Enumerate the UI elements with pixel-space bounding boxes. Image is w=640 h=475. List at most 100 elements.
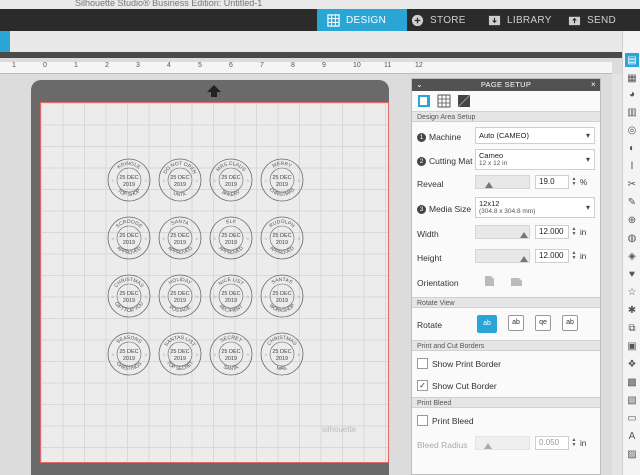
tab-send[interactable]: SEND (568, 9, 636, 31)
portrait-icon[interactable] (484, 275, 495, 287)
svg-text:HOLIDAY: HOLIDAY (168, 277, 193, 287)
line-style-icon[interactable]: ◎ (625, 123, 639, 137)
height-stepper[interactable]: ▲ ▼ (571, 251, 577, 261)
stamp-design[interactable]: SECRET SANTA 25 DEC2019 ☆ ☆ (209, 332, 253, 376)
text-style-icon[interactable]: Ⅰ (625, 159, 639, 173)
stamp-date: 25 DEC (119, 233, 138, 239)
reveal-slider[interactable] (475, 175, 530, 189)
vertical-scrollbar[interactable] (612, 74, 622, 475)
image-icon[interactable]: ▨ (625, 447, 639, 461)
grid-tool-icon[interactable]: ▦ (625, 71, 639, 85)
rotate-180-button[interactable]: qe (535, 315, 551, 331)
font-icon[interactable]: A (625, 429, 639, 443)
page-setup-tool-icon[interactable]: ▤ (625, 53, 639, 67)
svg-text:TOP SHOP: TOP SHOP (116, 188, 142, 198)
machine-label: 1 Machine (417, 132, 462, 143)
pattern-icon[interactable]: ▩ (625, 375, 639, 389)
stamp-design[interactable]: ELF APPROVED 25 DEC2019 ☆ ☆ (209, 216, 253, 260)
stamp-year: 2019 (123, 356, 135, 362)
machine-label-text: Machine (429, 132, 462, 142)
stamp-design[interactable]: HOLIDAY POSTAGE 25 DEC2019 ☆ ☆ (158, 274, 202, 318)
close-icon[interactable]: × (591, 79, 596, 91)
svg-text:ELF: ELF (226, 219, 237, 226)
sparkle-icon[interactable]: ✱ (625, 303, 639, 317)
stamp-design[interactable]: MRS.CLAUS BAKERY 25 DEC2019 ☆ ☆ (209, 158, 253, 202)
offset-icon[interactable]: ✎ (625, 195, 639, 209)
svg-text:☆: ☆ (264, 178, 268, 183)
tab-design[interactable]: DESIGN (317, 9, 407, 31)
page-tab-icon[interactable] (417, 94, 431, 108)
svg-text:RUDOLPH: RUDOLPH (268, 219, 296, 230)
map-icon[interactable]: ▭ (625, 411, 639, 425)
svg-text:☆: ☆ (264, 352, 268, 357)
rotate-270-button[interactable]: ab (562, 315, 578, 331)
modify-icon[interactable]: ◈ (625, 249, 639, 263)
library-panel-icon[interactable]: ▣ (625, 339, 639, 353)
star-icon[interactable]: ☆ (625, 285, 639, 299)
layers-icon[interactable]: ⧉ (625, 321, 639, 335)
media-size-select[interactable]: 12x12 (304.8 x 304.8 mm) ▾ (475, 197, 595, 218)
height-slider[interactable] (475, 249, 530, 263)
reveal-input[interactable]: 19.0 (535, 175, 569, 189)
background-tab-icon[interactable] (457, 94, 471, 108)
landscape-icon[interactable] (510, 277, 523, 287)
width-slider[interactable] (475, 225, 530, 239)
rotate-0-button[interactable]: ab (477, 315, 497, 333)
stamp-design[interactable]: SANTAS LISTTOP SECRET25 DEC2019☆ ☆ (158, 332, 202, 376)
stamp-design[interactable]: DO NOT OPENUNTIL25 DEC2019☆ ☆ (158, 158, 202, 202)
svg-text:☆: ☆ (111, 294, 115, 299)
stamp-design[interactable]: CHRISTMASMAIL25 DEC2019☆ ☆ (260, 332, 304, 376)
sketch-icon[interactable]: ▧ (625, 393, 639, 407)
transform-icon[interactable]: ♥ (625, 267, 639, 281)
slider-knob[interactable] (520, 232, 528, 238)
stamp-design[interactable]: CHRISTMASGIFT FOR YOU25 DEC2019☆ ☆ (107, 274, 151, 318)
stamp-bottom-text: GREETINGS (115, 360, 144, 372)
svg-text:☆: ☆ (111, 236, 115, 241)
svg-text:☆: ☆ (213, 294, 217, 299)
tab-library[interactable]: LIBRARY (488, 9, 558, 31)
bleed-radius-stepper[interactable]: ▲ ▼ (571, 438, 577, 448)
stamp-design[interactable]: SANTAS WORKSHOP 25 DEC2019 ☆ ☆ (260, 274, 304, 318)
bleed-radius-slider[interactable] (475, 436, 530, 450)
collapse-chevron-icon[interactable]: ⌄ (416, 79, 423, 91)
align-icon[interactable]: ⊕ (625, 213, 639, 227)
slider-knob[interactable] (520, 256, 528, 262)
stamp-design[interactable]: SANTAAPPROVED25 DEC2019☆ ☆ (158, 216, 202, 260)
height-input[interactable]: 12.000 (535, 249, 569, 263)
palette-icon[interactable]: ◕ (625, 87, 639, 101)
stamp-top-text: SEASONS (115, 335, 143, 346)
stamp-bottom-text: TOP SHOP (116, 188, 142, 198)
slider-knob[interactable] (485, 182, 493, 188)
svg-text:WORKSHOP: WORKSHOP (268, 302, 297, 314)
window-title: Silhouette Studio® Business Edition: Unt… (75, 0, 263, 8)
stamp-design[interactable]: NICE LIST RECIPIENT 25 DEC2019 ☆ ☆ (209, 274, 253, 318)
trace-icon[interactable]: ✂ (625, 177, 639, 191)
grid-tab-icon[interactable] (437, 94, 451, 108)
stamp-design[interactable]: SEASONS GREETINGS 25 DEC2019 ☆ ☆ (107, 332, 151, 376)
svg-text:APPROVED: APPROVED (115, 245, 143, 256)
width-input[interactable]: 12.000 (535, 225, 569, 239)
width-label: Width (417, 229, 439, 239)
stamp-design[interactable]: RUDOLPH APPROVED 25 DEC2019 ☆ ☆ (260, 216, 304, 260)
bleed-radius-input[interactable]: 0.050 (535, 436, 569, 450)
show-cut-border-label: Show Cut Border (432, 381, 497, 391)
print-bleed-checkbox[interactable] (417, 415, 428, 426)
width-stepper[interactable]: ▲ ▼ (571, 227, 577, 237)
step-3-badge: 3 (417, 205, 426, 215)
reveal-stepper[interactable]: ▲ ▼ (571, 177, 577, 187)
fill-icon[interactable]: ▥ (625, 105, 639, 119)
stamp-design[interactable]: KRINGLE TOP SHOP 25 DEC2019 ☆ ☆ (107, 158, 151, 202)
stamp-design[interactable]: MERRY CHRISTMAS 25 DEC2019 ☆ ☆ (260, 158, 304, 202)
show-cut-border-checkbox[interactable]: ✓ (417, 380, 428, 391)
ruler-tick: 1 (12, 62, 16, 69)
puzzle-icon[interactable]: ❖ (625, 357, 639, 371)
rotate-90-button[interactable]: ab (508, 315, 524, 331)
replicate-icon[interactable]: ◍ (625, 231, 639, 245)
slider-knob[interactable] (484, 443, 492, 449)
machine-select[interactable]: Auto (CAMEO) ▾ (475, 127, 595, 144)
shadow-icon[interactable]: ◐ (625, 141, 639, 155)
tab-store[interactable]: STORE (411, 9, 479, 31)
show-print-border-checkbox[interactable] (417, 358, 428, 369)
cutting-mat-select[interactable]: Cameo 12 x 12 in ▾ (475, 149, 595, 170)
stamp-design[interactable]: SCROOGE APPROVED 25 DEC2019 ☆ ☆ (107, 216, 151, 260)
